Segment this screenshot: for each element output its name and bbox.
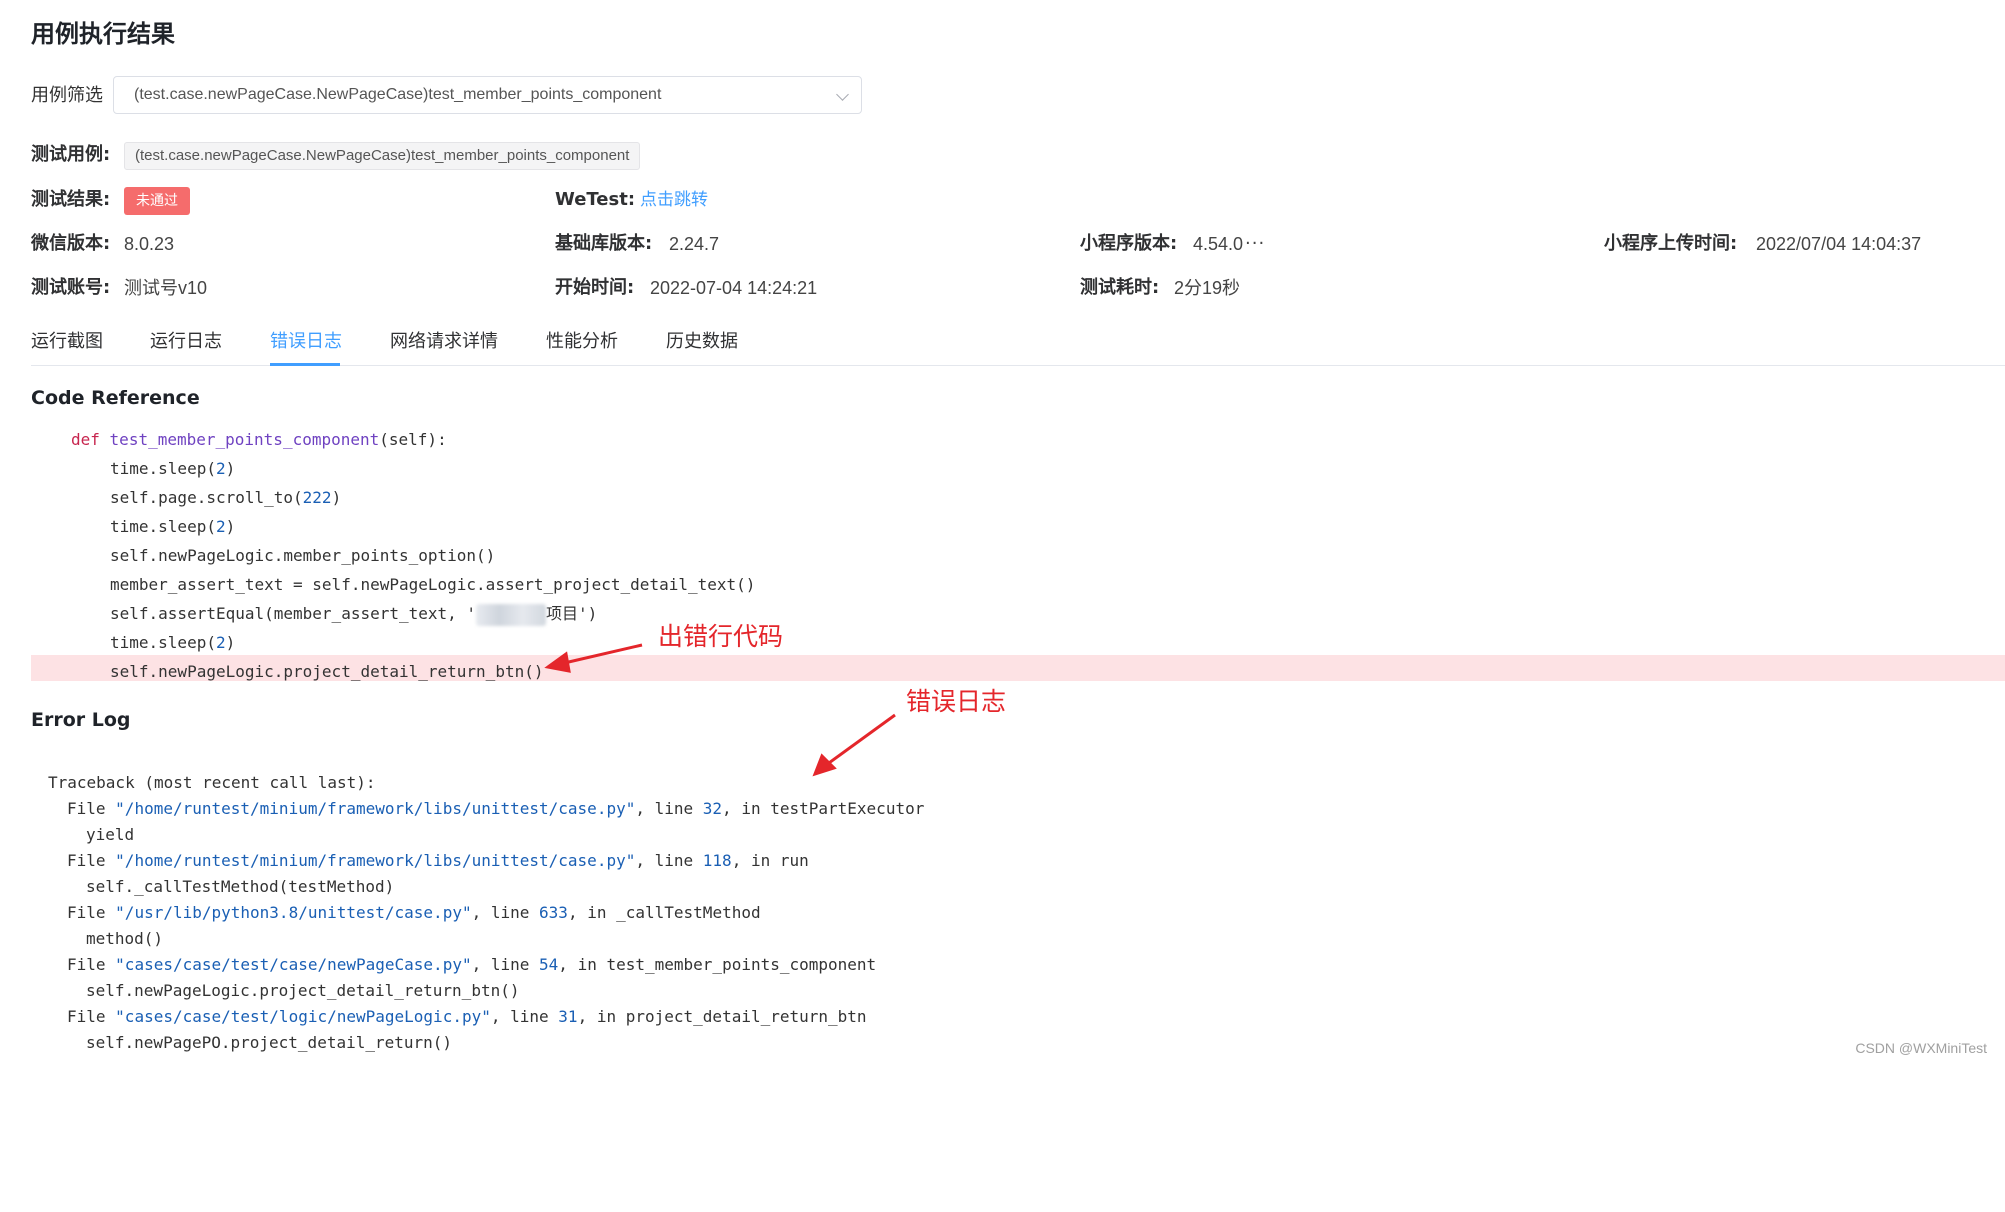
arrow-to-error-line (559, 643, 643, 666)
arrow-to-error-log (821, 713, 896, 770)
annotation-arrows (544, 643, 896, 777)
watermark: CSDN @WXMiniTest (1855, 1040, 1987, 1056)
arrowhead-icon (812, 753, 837, 777)
arrowhead-icon (544, 651, 571, 673)
